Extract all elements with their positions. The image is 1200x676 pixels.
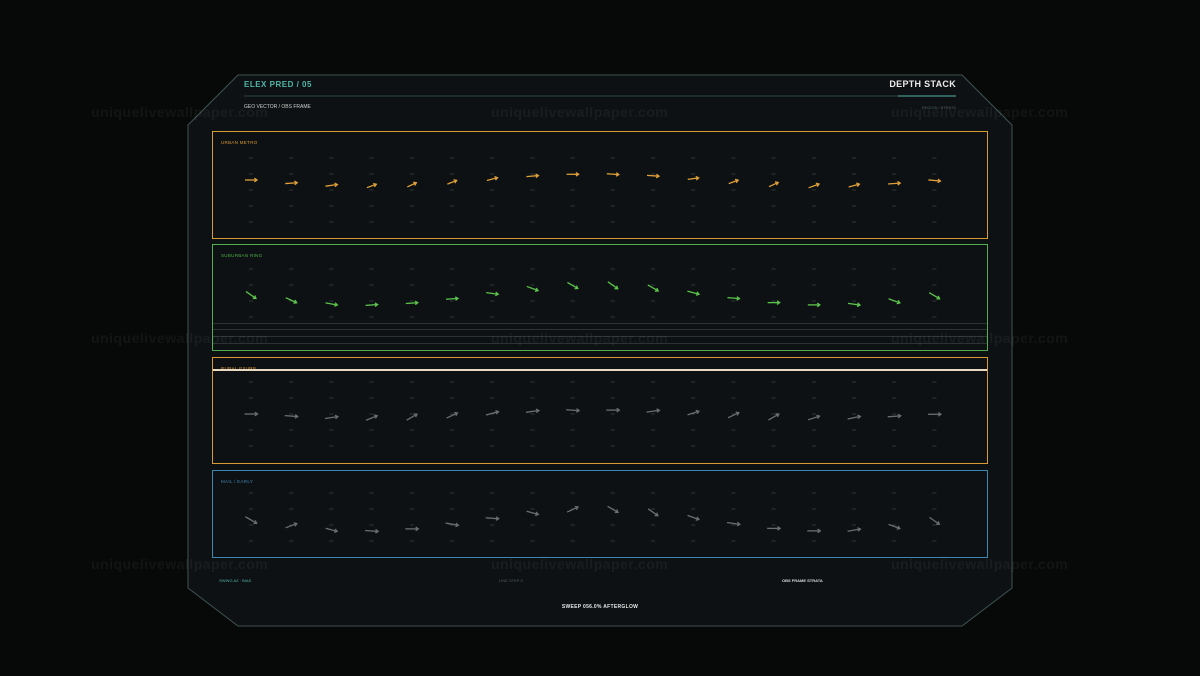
vector-arrow: [928, 292, 941, 300]
footer-left: SWING AZ · BIAS: [219, 578, 252, 583]
vector-arrow: [324, 414, 339, 420]
vector-arrow: [888, 180, 902, 186]
vector-arrow: [606, 172, 620, 177]
vector-arrow: [929, 516, 941, 525]
panel-rural-exurb: RURAL EXURB: [212, 357, 988, 464]
vector-arrow: [525, 408, 540, 414]
vector-arrow: [566, 171, 580, 177]
vector-arrow: [405, 300, 419, 306]
watermark: uniquelivewallpaper.com: [491, 556, 669, 572]
vector-arrow: [727, 296, 741, 301]
panel-urban-metro: URBAN METRO: [212, 131, 988, 239]
vector-arrow: [566, 408, 581, 413]
vector-arrow: [486, 291, 500, 297]
vector-arrow: [687, 514, 700, 521]
vector-arrow: [646, 173, 661, 179]
vector-arrow: [647, 508, 659, 517]
vector-arrow: [244, 411, 259, 417]
vector-arrow: [607, 281, 619, 290]
vector-arrow: [365, 302, 379, 308]
vector-arrow: [807, 302, 821, 308]
watermark: uniquelivewallpaper.com: [91, 104, 269, 120]
vector-arrow: [447, 179, 458, 185]
sweep-readout: SWEEP 056.0% AFTERGLOW: [561, 604, 639, 610]
vector-arrow: [768, 181, 780, 188]
watermark: uniquelivewallpaper.com: [891, 104, 1069, 120]
vector-arrow: [446, 411, 459, 419]
vector-arrow: [807, 528, 822, 534]
vector-arrow: [526, 173, 540, 179]
vector-arrow: [285, 180, 299, 186]
vector-arrow: [284, 414, 299, 419]
vector-arrow: [768, 413, 780, 421]
vector-arrow: [365, 528, 380, 534]
watermark: uniquelivewallpaper.com: [491, 330, 669, 346]
vector-arrow: [285, 297, 298, 304]
vector-arrow: [445, 296, 460, 301]
vector-arrow: [847, 527, 862, 532]
vector-arrow: [847, 414, 862, 420]
vector-arrow: [887, 413, 902, 419]
vector-arrow: [607, 505, 619, 514]
watermark: uniquelivewallpaper.com: [891, 330, 1069, 346]
panel-mail-early: MAIL / EARLY: [212, 470, 988, 558]
vector-grid: [245, 492, 941, 542]
vector-arrow: [606, 407, 621, 413]
vector-arrow: [486, 175, 499, 182]
vector-arrow: [927, 411, 943, 417]
vector-arrow: [245, 516, 258, 525]
vector-arrow: [888, 298, 901, 305]
vector-arrow: [928, 178, 942, 184]
vector-arrow: [485, 516, 500, 521]
vector-arrow: [325, 182, 339, 188]
vector-grid: [245, 157, 942, 223]
watermark: uniquelivewallpaper.com: [91, 556, 269, 572]
vector-arrow: [566, 505, 580, 513]
vector-arrow: [848, 182, 861, 188]
scan-highlight-bar: [213, 369, 987, 371]
scan-rail: [213, 323, 987, 324]
vector-arrow: [325, 302, 339, 307]
watermark: uniquelivewallpaper.com: [891, 556, 1069, 572]
vector-arrow: [808, 182, 821, 189]
vector-arrow: [647, 284, 660, 292]
vector-arrow: [567, 281, 579, 290]
vector-arrow: [245, 177, 259, 183]
vector-arrow: [365, 414, 379, 421]
vector-arrow: [526, 510, 540, 517]
footer-center: LINE STEP 5: [499, 578, 523, 583]
vector-arrow: [406, 181, 418, 188]
vector-arrow: [526, 285, 540, 292]
vector-arrow: [807, 414, 821, 421]
vector-arrow: [646, 408, 661, 413]
vector-arrow: [687, 290, 701, 296]
vector-arrow: [847, 302, 862, 308]
vector-arrow: [285, 522, 298, 529]
vector-arrow: [245, 291, 257, 300]
vector-arrow: [727, 411, 740, 419]
vector-arrow: [406, 413, 418, 421]
vector-arrow: [366, 182, 378, 189]
vector-arrow: [405, 526, 420, 532]
footer-right: OBS FRAME STRATA: [782, 578, 823, 583]
vector-arrow: [728, 178, 740, 185]
vector-arrow: [325, 527, 339, 534]
header-title: ELEX PRED / 05: [244, 80, 312, 89]
vector-grid: [244, 381, 943, 447]
vector-arrow: [687, 175, 700, 181]
watermark: uniquelivewallpaper.com: [91, 330, 269, 346]
watermark: uniquelivewallpaper.com: [491, 104, 669, 120]
vector-arrow: [767, 526, 782, 531]
depth-stack-title: DEPTH STACK: [889, 79, 956, 89]
